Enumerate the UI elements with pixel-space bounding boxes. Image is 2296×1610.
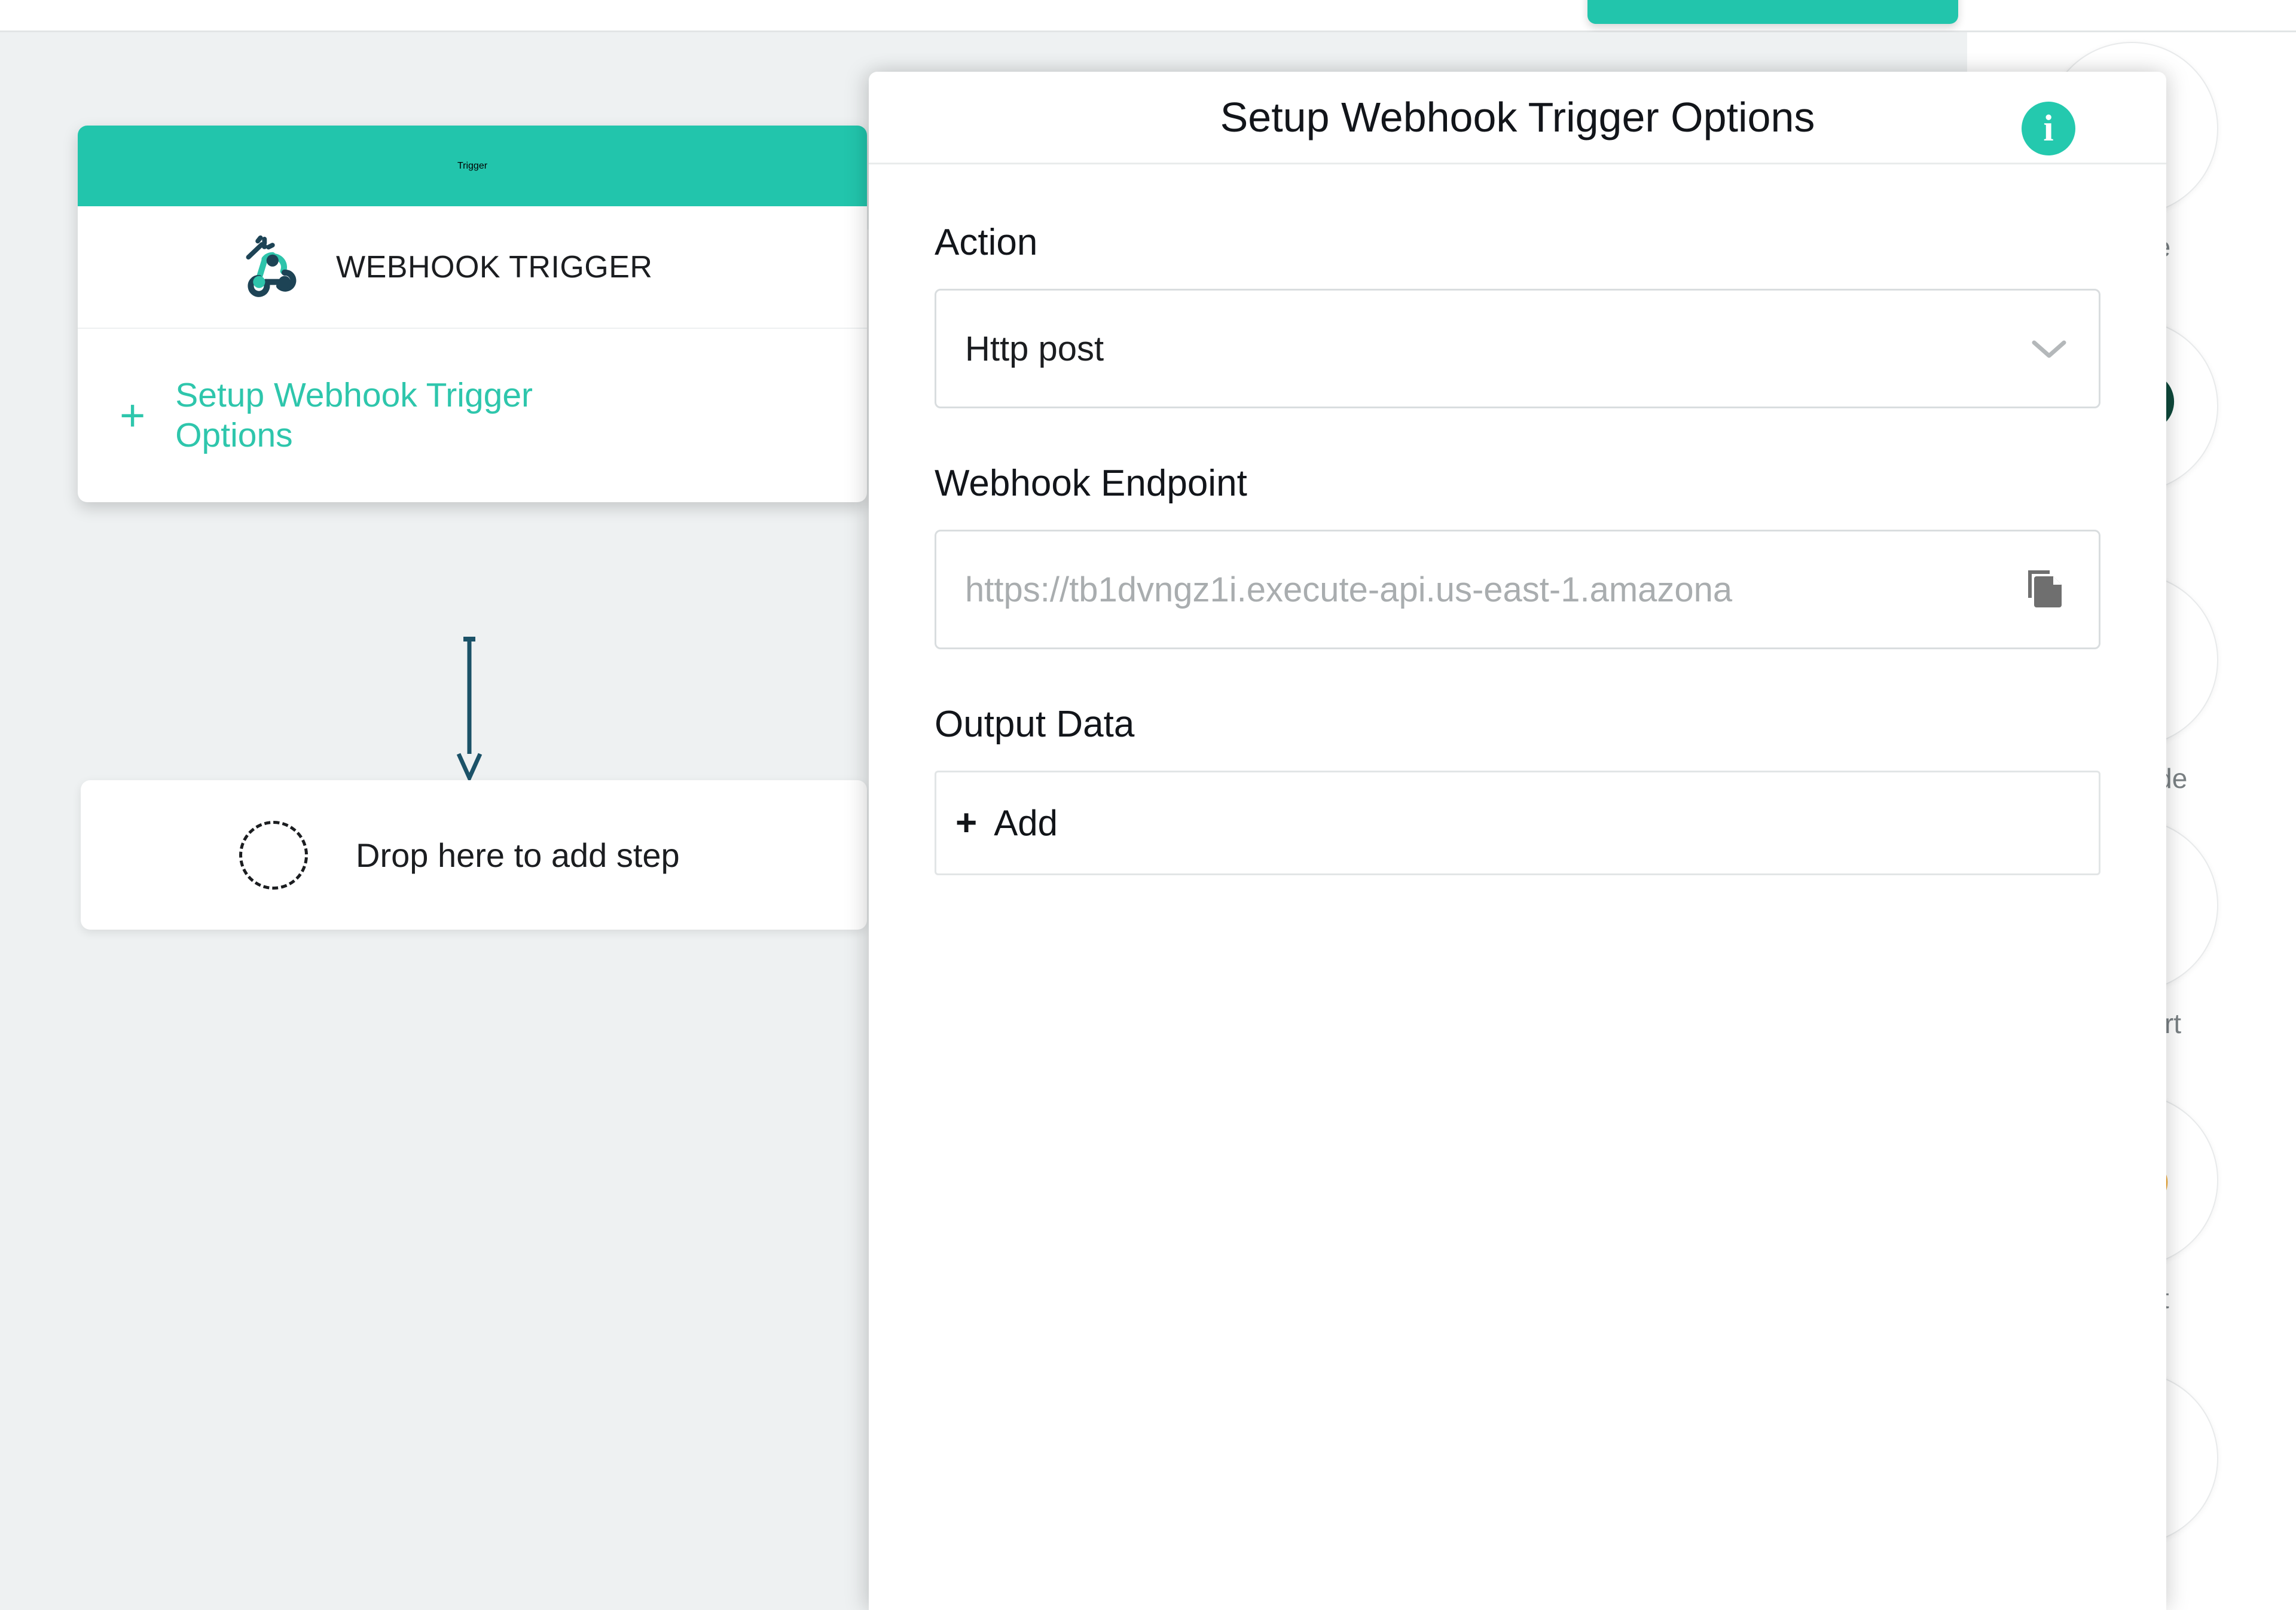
trigger-node-label: WEBHOOK TRIGGER [336, 249, 653, 285]
webhook-magic-glyph [246, 235, 297, 297]
webhook-endpoint-field-label: Webhook Endpoint [935, 463, 1247, 504]
modal-header: Setup Webhook Trigger Options i [869, 72, 2166, 164]
trigger-card[interactable]: Trigger WEBHOOK TRIGGER + Setup Webhook … [78, 126, 867, 502]
info-icon[interactable]: i [2022, 102, 2075, 155]
plus-icon: + [955, 802, 978, 844]
down-arrow-connector [445, 637, 493, 783]
setup-webhook-options-link[interactable]: + Setup Webhook Trigger Options [78, 329, 867, 502]
setup-webhook-modal: Setup Webhook Trigger Options i Action H… [869, 72, 2166, 1610]
webhook-endpoint-input[interactable]: https://tb1dvngz1i.execute-api.us-east-1… [935, 530, 2100, 649]
setup-webhook-options-label: Setup Webhook Trigger Options [175, 375, 533, 454]
trigger-node-row[interactable]: WEBHOOK TRIGGER [78, 206, 867, 329]
output-data-add-button[interactable]: + Add [935, 771, 2100, 875]
action-select[interactable]: Http post [935, 289, 2100, 408]
output-data-field-label: Output Data [935, 704, 1135, 745]
drop-zone-label: Drop here to add step [356, 836, 680, 874]
top-action-button[interactable] [1587, 0, 1958, 24]
chevron-down-glyph [2032, 340, 2066, 358]
down-arrow-connector-glyph [456, 637, 483, 783]
copy-icon[interactable] [2022, 566, 2070, 613]
copy-glyph [2028, 570, 2062, 607]
chevron-down-icon[interactable] [2028, 335, 2070, 362]
trigger-card-header-label: Trigger [457, 160, 488, 171]
modal-body: Action Http post Webhook Endpoint https:… [869, 164, 2166, 875]
dashed-circle-icon [239, 820, 308, 890]
webhook-magic-icon [240, 234, 307, 301]
webhook-endpoint-value: https://tb1dvngz1i.execute-api.us-east-1… [965, 570, 1733, 609]
plus-icon: + [120, 390, 146, 441]
action-select-value: Http post [965, 329, 1104, 368]
app-root: 3 ...rage ... [0, 0, 2296, 1610]
output-data-add-label: Add [994, 803, 1058, 843]
top-bar [0, 0, 2296, 32]
drop-zone[interactable]: Drop here to add step [81, 780, 867, 930]
action-field-label: Action [935, 222, 1038, 263]
trigger-card-header: Trigger [78, 126, 867, 206]
modal-title: Setup Webhook Trigger Options [1220, 94, 1815, 140]
